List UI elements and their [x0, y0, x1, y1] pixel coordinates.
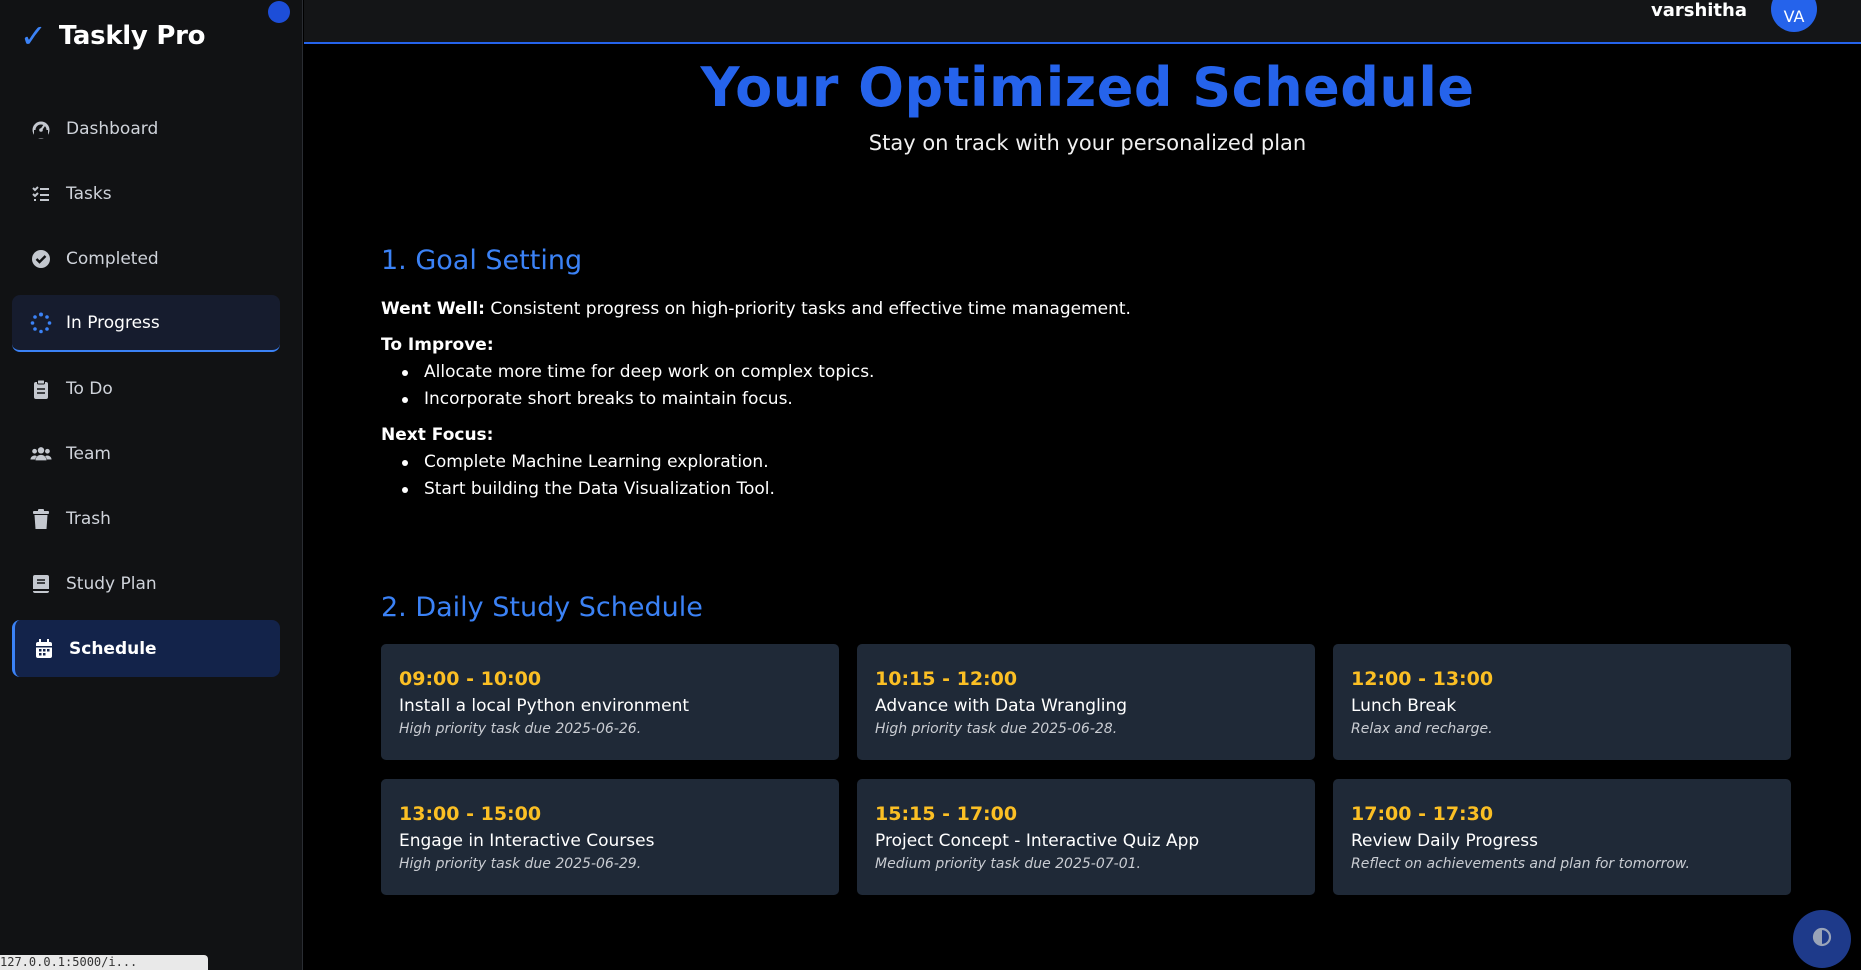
schedule-card[interactable]: 09:00 - 10:00 Install a local Python env… [381, 644, 839, 760]
book-icon [30, 573, 52, 595]
goal-setting-content: Went Well: Consistent progress on high-p… [381, 296, 1281, 503]
sidebar-item-label: Completed [66, 248, 159, 269]
page-title: Your Optimized Schedule [700, 56, 1475, 119]
check-logo-icon: ✓ [20, 17, 47, 55]
check-circle-icon [30, 248, 52, 270]
sidebar-item-completed[interactable]: Completed [12, 230, 280, 287]
sidebar-item-label: Tasks [66, 183, 112, 204]
slot-time: 17:00 - 17:30 [1351, 803, 1494, 825]
sidebar-item-study-plan[interactable]: Study Plan [12, 555, 280, 612]
to-improve-label: To Improve: [381, 335, 494, 355]
sidebar-item-dashboard[interactable]: Dashboard [12, 100, 280, 157]
username[interactable]: varshitha [1651, 0, 1747, 21]
slot-task: Install a local Python environment [399, 696, 690, 716]
sidebar-item-label: To Do [66, 378, 113, 399]
notification-dot [268, 1, 290, 23]
schedule-card[interactable]: 13:00 - 15:00 Engage in Interactive Cour… [381, 779, 839, 895]
schedule-card[interactable]: 15:15 - 17:00 Project Concept - Interact… [857, 779, 1315, 895]
schedule-card[interactable]: 12:00 - 13:00 Lunch Break Relax and rech… [1333, 644, 1791, 760]
next-focus-label: Next Focus: [381, 425, 494, 445]
next-focus-list: Complete Machine Learning exploration. S… [381, 449, 1281, 503]
sidebar-item-todo[interactable]: To Do [12, 360, 280, 417]
sidebar-item-label: Study Plan [66, 573, 157, 594]
sidebar-item-label: Dashboard [66, 118, 159, 139]
slot-task: Advance with Data Wrangling [875, 696, 1128, 716]
schedule-card[interactable]: 17:00 - 17:30 Review Daily Progress Refl… [1333, 779, 1791, 895]
list-item: Start building the Data Visualization To… [402, 476, 1281, 503]
slot-note: Reflect on achievements and plan for tom… [1351, 856, 1690, 872]
page-subtitle: Stay on track with your personalized pla… [868, 131, 1307, 155]
sidebar-item-label: Team [66, 443, 111, 464]
slot-task: Project Concept - Interactive Quiz App [875, 831, 1200, 851]
list-item: Incorporate short breaks to maintain foc… [402, 386, 1281, 413]
brand-name: Taskly Pro [58, 21, 206, 51]
status-url-tooltip: 127.0.0.1:5000/i... [0, 955, 208, 970]
trash-icon [30, 508, 52, 530]
slot-note: High priority task due 2025-06-28. [875, 721, 1118, 737]
slot-note: Medium priority task due 2025-07-01. [875, 856, 1141, 872]
went-well-label: Went Well: [381, 299, 485, 319]
task-list-icon [30, 183, 52, 205]
sidebar-item-tasks[interactable]: Tasks [12, 165, 280, 222]
slot-note: High priority task due 2025-06-26. [399, 721, 642, 737]
app-root: ✓ Taskly Pro Dashboard Tasks Completed I… [0, 0, 1861, 970]
slot-note: Relax and recharge. [1351, 721, 1493, 737]
sidebar-item-in-progress[interactable]: In Progress [12, 295, 280, 352]
clipboard-icon [30, 378, 52, 400]
slot-task: Review Daily Progress [1351, 831, 1539, 851]
schedule-grid: 09:00 - 10:00 Install a local Python env… [381, 644, 1799, 895]
sidebar-item-label: In Progress [66, 312, 160, 333]
went-well-line: Went Well: Consistent progress on high-p… [381, 296, 1281, 323]
list-item: Complete Machine Learning exploration. [402, 449, 1281, 476]
list-item: Allocate more time for deep work on comp… [402, 359, 1281, 386]
slot-time: 12:00 - 13:00 [1351, 668, 1494, 690]
sidebar-item-label: Schedule [69, 638, 157, 659]
slot-task: Lunch Break [1351, 696, 1457, 716]
spinner-icon [30, 312, 52, 334]
went-well-text: Consistent progress on high-priority tas… [490, 299, 1131, 319]
schedule-card[interactable]: 10:15 - 12:00 Advance with Data Wranglin… [857, 644, 1315, 760]
sidebar-item-team[interactable]: Team [12, 425, 280, 482]
slot-time: 13:00 - 15:00 [399, 803, 542, 825]
sidebar-nav: Dashboard Tasks Completed In Progress To… [12, 100, 280, 685]
dashboard-gauge-icon [30, 118, 52, 140]
avatar[interactable]: VA [1771, 0, 1817, 32]
slot-time: 15:15 - 17:00 [875, 803, 1018, 825]
sidebar: ✓ Taskly Pro Dashboard Tasks Completed I… [0, 0, 303, 970]
topbar: varshitha VA [304, 0, 1861, 44]
slot-time: 10:15 - 12:00 [875, 668, 1018, 690]
sidebar-item-schedule[interactable]: Schedule [12, 620, 280, 677]
goal-setting-title: 1. Goal Setting [381, 245, 583, 276]
users-icon [30, 443, 52, 465]
daily-schedule-title: 2. Daily Study Schedule [381, 592, 703, 623]
brand-logo[interactable]: ✓ Taskly Pro [20, 14, 205, 58]
sidebar-item-trash[interactable]: Trash [12, 490, 280, 547]
theme-toggle-button[interactable] [1793, 910, 1851, 968]
calendar-icon [33, 638, 55, 660]
main-content: Your Optimized Schedule Stay on track wi… [304, 46, 1861, 970]
slot-time: 09:00 - 10:00 [399, 668, 542, 690]
slot-note: High priority task due 2025-06-29. [399, 856, 642, 872]
contrast-icon [1812, 927, 1832, 951]
to-improve-list: Allocate more time for deep work on comp… [381, 359, 1281, 413]
slot-task: Engage in Interactive Courses [399, 831, 655, 851]
sidebar-item-label: Trash [66, 508, 111, 529]
